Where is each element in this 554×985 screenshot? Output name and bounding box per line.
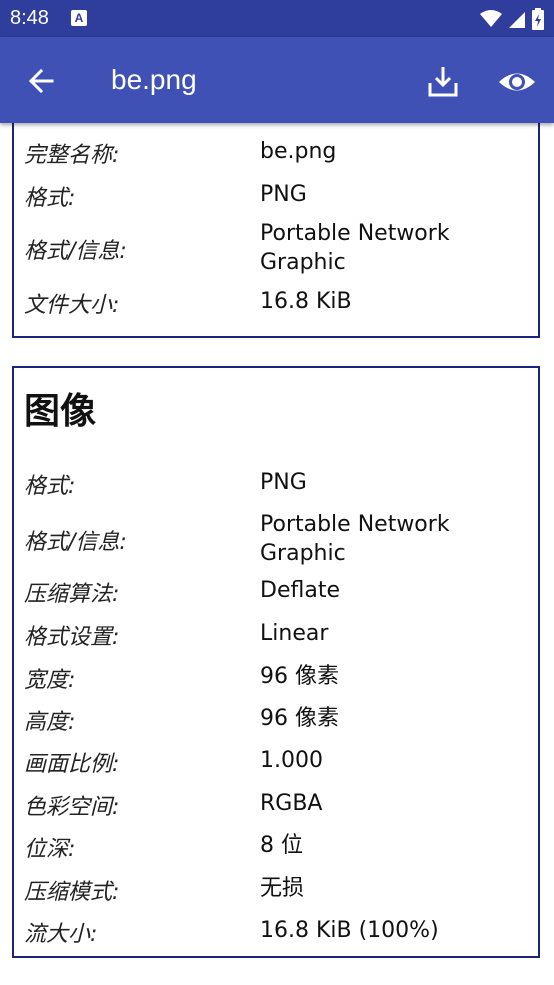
details-scroll-area[interactable]: 完整名称: be.png 格式: PNG 格式/信息: Portable Net… [0,123,554,985]
row-value: PNG [260,182,307,207]
row-value: PNG [260,470,307,495]
row-label: 完整名称: [24,143,120,168]
battery-icon [532,8,544,30]
section-heading: 图像 [24,391,97,432]
image-info-card: 图像 格式: PNG 格式/信息: Portable Network Graph… [12,366,540,958]
row-value: 8 位 [260,833,303,858]
row-value: 1.000 [260,748,323,773]
eye-icon [499,73,535,91]
download-icon [428,67,458,97]
wifi-icon [480,10,502,27]
row-label: 色彩空间: [24,795,120,820]
row-label: 位深: [24,837,76,862]
app-notification-icon: A [71,10,87,26]
page-title: be.png [111,64,197,95]
row-value: Linear [260,621,329,646]
preview-button[interactable] [497,63,537,101]
row-value: be.png [260,139,337,164]
row-label: 宽度: [24,668,76,693]
status-bar: 8:48 A [0,0,554,37]
app-bar: be.png [0,37,554,123]
row-value: 96 像素 [260,664,339,689]
row-label: 流大小: [24,922,98,947]
row-value: 96 像素 [260,706,339,731]
row-label: 压缩模式: [24,880,120,905]
row-value: 16.8 KiB (100%) [260,918,439,943]
file-info-card: 完整名称: be.png 格式: PNG 格式/信息: Portable Net… [12,123,540,338]
download-button[interactable] [424,63,462,101]
row-label: 画面比例: [24,752,120,777]
back-button[interactable] [22,61,62,101]
row-value: 无损 [260,876,305,901]
status-icons [480,8,544,30]
row-label: 压缩算法: [24,582,120,607]
row-value: RGBA [260,791,323,816]
row-value: Portable Network Graphic [260,221,450,275]
row-label: 格式: [24,186,76,211]
row-label: 文件大小: [24,293,120,318]
row-label: 格式/信息: [24,239,127,264]
row-label: 格式/信息: [24,530,127,555]
row-label: 格式设置: [24,625,120,650]
row-value: Portable Network Graphic [260,512,450,566]
cell-signal-icon [509,12,525,28]
row-label: 格式: [24,474,76,499]
arrow-left-icon [28,68,54,94]
row-value: 16.8 KiB [260,289,352,314]
row-label: 高度: [24,710,76,735]
row-value: Deflate [260,578,340,603]
status-time: 8:48 [10,7,49,29]
